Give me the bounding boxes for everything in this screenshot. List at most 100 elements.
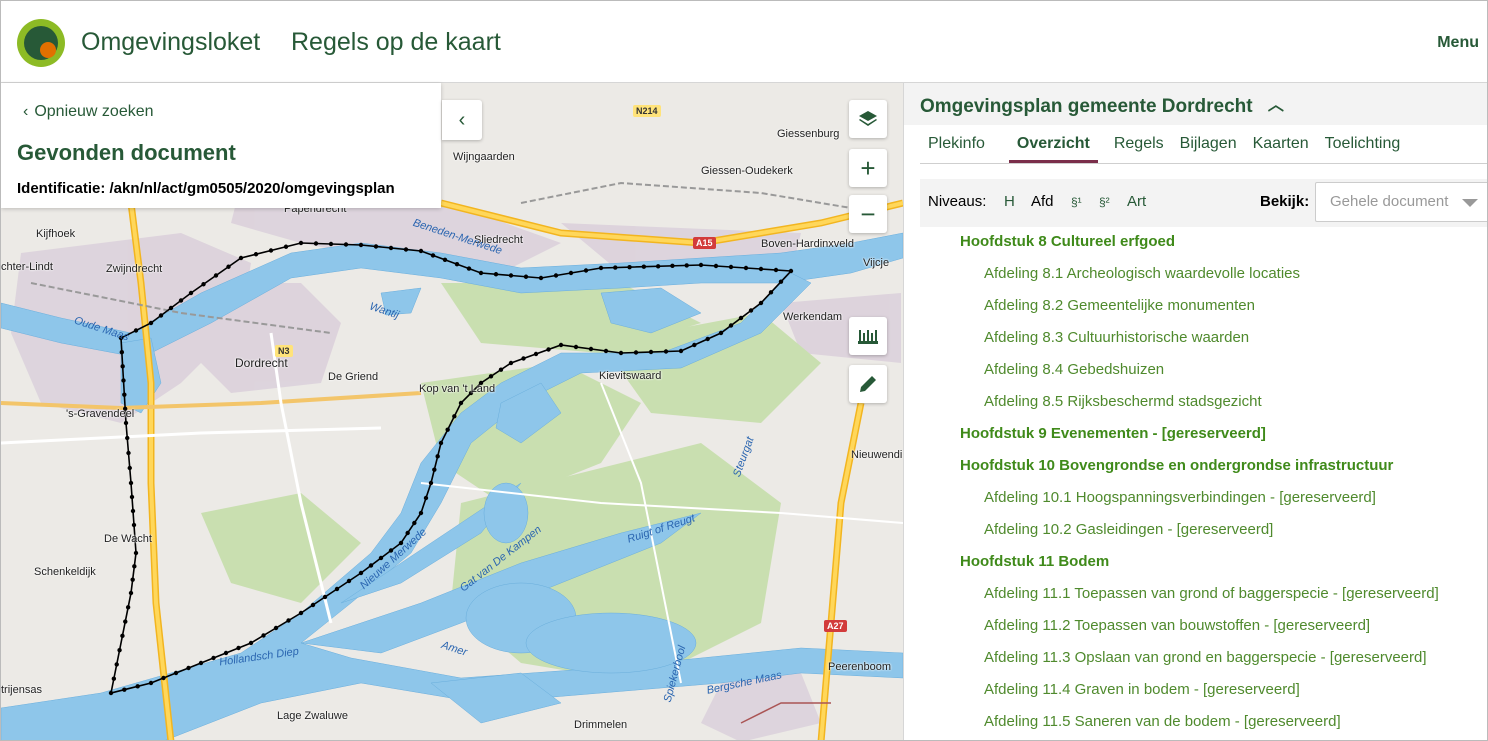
boundary-vertex	[603, 348, 609, 354]
boundary-vertex	[633, 350, 639, 355]
omgevingsloket-logo-icon[interactable]	[17, 19, 65, 67]
boundary-vertex	[538, 275, 544, 281]
level-par1-button[interactable]: §¹	[1071, 195, 1082, 209]
boundary-vertex	[768, 290, 774, 295]
toc-section-link[interactable]: Afdeling 10.2 Gasleidingen - [gereservee…	[984, 521, 1273, 538]
level-art-button[interactable]: Art	[1127, 193, 1146, 210]
boundary-vertex	[186, 665, 191, 671]
map-label: Werkendam	[783, 311, 843, 323]
boundary-vertex	[655, 264, 661, 269]
toc-chapter-link[interactable]: Hoofdstuk 8 Cultureel erfgoed	[960, 233, 1175, 250]
measure-button[interactable]	[849, 317, 887, 355]
boundary-vertex	[122, 687, 127, 692]
boundary-vertex	[238, 255, 244, 261]
app-window: Omgevingsloket Regels op de kaart Menu W…	[0, 0, 1488, 741]
boundary-vertex	[127, 465, 132, 471]
boundary-vertex	[168, 305, 174, 311]
menu-button[interactable]: Menu	[1437, 34, 1479, 52]
boundary-vertex	[283, 244, 289, 249]
boundary-vertex	[670, 263, 675, 269]
back-to-search-link[interactable]: ‹ Opnieuw zoeken	[23, 103, 154, 121]
map-label: Peerenboom	[828, 661, 891, 673]
boundary-vertex	[248, 640, 254, 646]
map-label: Giessenburg	[777, 128, 840, 140]
toc-section-link[interactable]: Afdeling 11.4 Graven in bodem - [gereser…	[984, 681, 1300, 698]
toc-section-link[interactable]: Afdeling 11.5 Saneren van de bodem - [ge…	[984, 713, 1341, 730]
boundary-vertex	[466, 266, 472, 271]
boundary-vertex	[130, 508, 136, 514]
bekijk-label: Bekijk:	[1260, 193, 1310, 210]
boundary-vertex	[121, 378, 126, 383]
level-afd-button[interactable]: Afd	[1031, 193, 1054, 210]
toc-section-link[interactable]: Afdeling 11.2 Toepassen van bouwstoffen …	[984, 617, 1370, 634]
toc-chapter-link[interactable]: Hoofdstuk 10 Bovengrondse en ondergronds…	[960, 457, 1393, 474]
toc-chapter-link[interactable]: Hoofdstuk 11 Bodem	[960, 553, 1109, 570]
boundary-vertex	[198, 660, 204, 666]
map-label: Lage Zwaluwe	[277, 710, 348, 722]
toc-section-link[interactable]: Afdeling 8.2 Gemeentelijke monumenten	[984, 297, 1255, 314]
toc-section-link[interactable]: Afdeling 8.4 Gebedshuizen	[984, 361, 1164, 378]
view-select-value: Gehele document	[1330, 193, 1449, 210]
document-identification: Identificatie: /akn/nl/act/gm0505/2020/o…	[17, 180, 395, 197]
app-title: Regels op de kaart	[291, 28, 501, 56]
boundary-vertex	[120, 633, 125, 639]
level-par2-button[interactable]: §²	[1099, 195, 1110, 209]
chevron-up-icon: ︿	[1267, 97, 1284, 114]
layers-button[interactable]	[849, 100, 887, 138]
map-label: Boven-Hardinxveld	[761, 238, 854, 250]
level-h-button[interactable]: H	[1004, 193, 1015, 210]
plan-title-label: Omgevingsplan gemeente Dordrecht	[920, 96, 1253, 117]
boundary-vertex	[313, 241, 319, 246]
boundary-vertex	[778, 279, 784, 284]
pencil-icon	[860, 376, 876, 392]
tab-kaarten[interactable]: Kaarten	[1253, 133, 1317, 163]
boundary-vertex	[663, 349, 669, 354]
boundary-vertex	[132, 564, 137, 569]
toc-section-link[interactable]: Afdeling 10.1 Hoogspanningsverbindingen …	[984, 489, 1376, 506]
boundary-vertex	[738, 315, 744, 321]
boundary-vertex	[641, 264, 647, 269]
boundary-vertex	[546, 347, 551, 352]
boundary-vertex	[125, 435, 130, 441]
boundary-vertex	[268, 248, 274, 253]
boundary-vertex	[286, 618, 291, 623]
toc-section-link[interactable]: Afdeling 11.3 Opslaan van grond en bagge…	[984, 649, 1427, 666]
boundary-vertex	[133, 550, 139, 556]
boundary-vertex	[148, 680, 154, 686]
brand-name[interactable]: Omgevingsloket	[81, 28, 260, 57]
boundary-vertex	[111, 676, 117, 681]
boundary-vertex	[454, 262, 460, 267]
tab-toelichting[interactable]: Toelichting	[1325, 133, 1409, 163]
map-label: Vijcje	[863, 257, 890, 269]
zoom-out-button[interactable]: −	[849, 195, 887, 233]
toc-section-link[interactable]: Afdeling 11.1 Toepassen van grond of bag…	[984, 585, 1439, 602]
boundary-vertex	[328, 241, 334, 247]
tab-overzicht[interactable]: Overzicht	[1008, 133, 1098, 163]
boundary-vertex	[498, 367, 504, 372]
tab-bijlagen[interactable]: Bijlagen	[1180, 133, 1245, 163]
map-label: Kievitswaard	[599, 370, 662, 382]
toc-section-link[interactable]: Afdeling 8.1 Archeologisch waardevolle l…	[984, 265, 1300, 282]
plan-title[interactable]: Omgevingsplan gemeente Dordrecht ︿	[920, 93, 1284, 118]
panel-header[interactable]: Omgevingsplan gemeente Dordrecht ︿	[904, 83, 1487, 125]
boundary-vertex	[128, 590, 134, 596]
zoom-in-button[interactable]: +	[849, 149, 887, 187]
boundary-vertex	[108, 690, 114, 696]
toc-chapter-link[interactable]: Hoofdstuk 9 Evenementen - [gereserveerd]	[960, 425, 1266, 442]
tab-plekinfo[interactable]: Plekinfo	[920, 133, 993, 163]
ruler-icon	[858, 330, 878, 344]
boundary-vertex	[213, 273, 219, 278]
boundary-vertex	[114, 662, 119, 667]
boundary-vertex	[428, 480, 434, 486]
collapse-panel-button[interactable]: ‹	[442, 100, 482, 140]
tab-regels[interactable]: Regels	[1114, 133, 1172, 163]
boundary-vertex	[405, 530, 410, 536]
boundary-vertex	[334, 586, 340, 592]
toc-section-link[interactable]: Afdeling 8.5 Rijksbeschermd stadsgezicht	[984, 393, 1262, 410]
draw-button[interactable]	[849, 365, 887, 403]
boundary-vertex	[418, 510, 424, 516]
boundary-vertex	[358, 570, 364, 576]
view-select[interactable]: Gehele document	[1315, 182, 1487, 222]
toc-section-link[interactable]: Afdeling 8.3 Cultuurhistorische waarden	[984, 329, 1249, 346]
boundary-vertex	[130, 577, 135, 582]
